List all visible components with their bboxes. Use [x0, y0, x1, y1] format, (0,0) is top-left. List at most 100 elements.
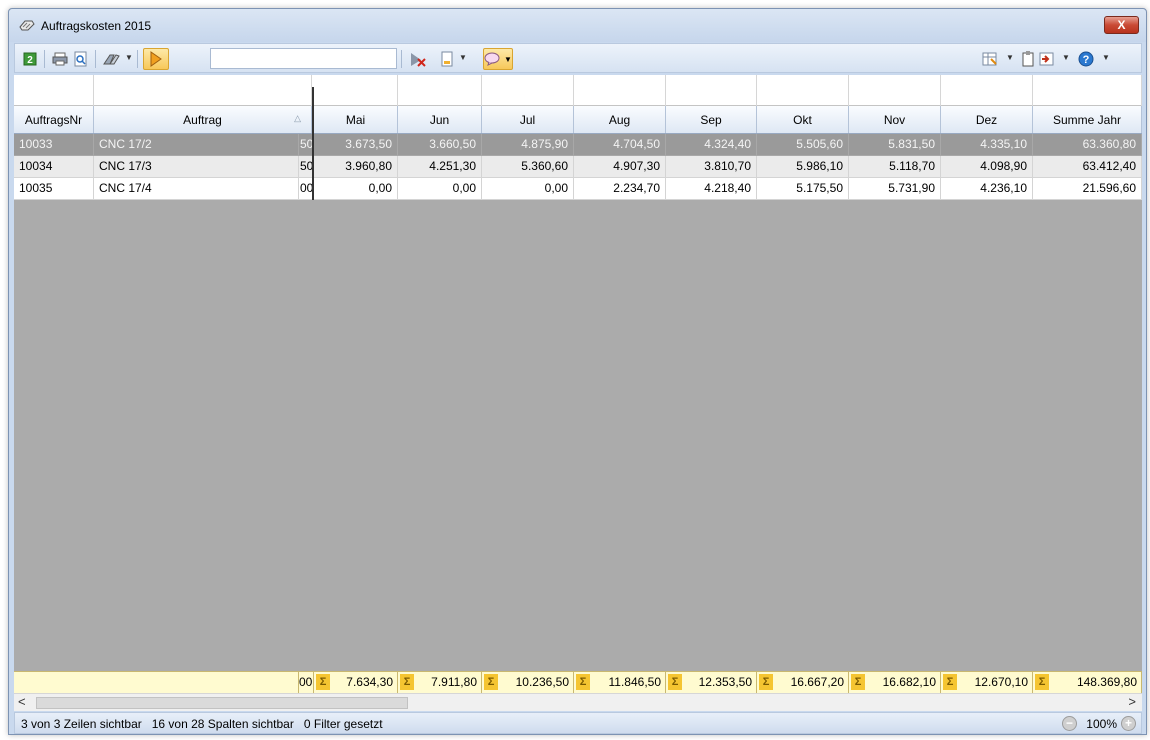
sigma-icon: Σ	[943, 674, 957, 690]
cell-sep: 3.810,70	[666, 156, 757, 178]
table-row[interactable]: 10034 CNC 17/3 50 3.960,80 4.251,30 5.36…	[14, 156, 1142, 178]
export-icon[interactable]	[437, 49, 457, 69]
sum-value-okt: 16.667,20	[790, 675, 844, 689]
comment-icon[interactable]: ▼	[483, 48, 513, 70]
sigma-icon: Σ	[668, 674, 682, 690]
filter-cell-jul[interactable]	[482, 75, 574, 106]
status-text: 3 von 3 Zeilen sichtbar 16 von 28 Spalte…	[21, 717, 383, 731]
help-icon[interactable]: ?	[1076, 49, 1096, 69]
column-splitter[interactable]	[312, 87, 314, 200]
cell-okt: 5.986,10	[757, 156, 849, 178]
column-header-jul[interactable]: Jul	[482, 106, 574, 133]
scrollbar-thumb[interactable]	[36, 697, 408, 709]
cell-jul: 0,00	[482, 178, 574, 200]
sum-cell-aug: Σ 11.846,50	[574, 672, 666, 693]
zoom-in-icon[interactable]: +	[1121, 716, 1136, 731]
app-icon	[19, 20, 35, 31]
sum-value-sep: 12.353,50	[698, 675, 752, 689]
filter-cell-nov[interactable]	[849, 75, 941, 106]
column-header-auftrag-label: Auftrag	[183, 112, 222, 127]
layout-dropdown-icon[interactable]: ▼	[1062, 53, 1070, 62]
sigma-icon: Σ	[1035, 674, 1049, 690]
cell-summe: 63.360,80	[1033, 134, 1142, 156]
sigma-icon: Σ	[851, 674, 865, 690]
column-header-nov[interactable]: Nov	[849, 106, 941, 133]
cell-nr: 10033	[14, 134, 94, 156]
cell-aug: 4.907,30	[574, 156, 666, 178]
column-header-mai[interactable]: Mai	[314, 106, 398, 133]
cell-jun: 3.660,50	[398, 134, 482, 156]
column-header-sep[interactable]: Sep	[666, 106, 757, 133]
column-header-summe[interactable]: Summe Jahr	[1033, 106, 1142, 133]
close-button[interactable]: X	[1104, 16, 1139, 34]
layout-icon[interactable]	[1037, 49, 1057, 69]
cell-nov: 5.118,70	[849, 156, 941, 178]
sigma-icon: Σ	[400, 674, 414, 690]
zoom-out-icon[interactable]: −	[1062, 716, 1077, 731]
tools-dropdown-icon[interactable]: ▼	[125, 53, 133, 62]
filter-cell-summe[interactable]	[1033, 75, 1142, 106]
cell-nov: 5.731,90	[849, 178, 941, 200]
filter-cell-aug[interactable]	[574, 75, 666, 106]
app-window: Auftragskosten 2015 X 2 ▼ ▼ ▼ ▼ ▼ ? ▼ Au…	[8, 8, 1147, 735]
sum-value-nov: 16.682,10	[882, 675, 936, 689]
cell-nov: 5.831,50	[849, 134, 941, 156]
tools-icon[interactable]	[101, 49, 121, 69]
cell-aug: 2.234,70	[574, 178, 666, 200]
cell-summe: 21.596,60	[1033, 178, 1142, 200]
sum-value-jul: 10.236,50	[515, 675, 569, 689]
column-dropdown-icon[interactable]: ▼	[1006, 53, 1014, 62]
cell-dez: 4.236,10	[941, 178, 1033, 200]
window-title: Auftragskosten 2015	[41, 19, 152, 33]
cell-okt: 5.505,60	[757, 134, 849, 156]
cell-mai: 3.673,50	[314, 134, 398, 156]
column-header-jun[interactable]: Jun	[398, 106, 482, 133]
scroll-right-icon[interactable]: >	[1128, 694, 1136, 709]
sum-cell-clipped: 00	[299, 672, 314, 693]
filter-cell-dez[interactable]	[941, 75, 1033, 106]
column-header-auftrag[interactable]: Auftrag △	[94, 106, 312, 133]
filter-cell-auftrag[interactable]	[94, 75, 312, 106]
search-input[interactable]	[210, 48, 397, 69]
clear-filter-icon[interactable]	[408, 49, 428, 69]
table-row[interactable]: 10033 CNC 17/2 50 3.673,50 3.660,50 4.87…	[14, 134, 1142, 156]
svg-text:2: 2	[27, 55, 33, 66]
sum-cell-mai: Σ 7.634,30	[314, 672, 398, 693]
sigma-icon: Σ	[576, 674, 590, 690]
help-dropdown-icon[interactable]: ▼	[1102, 53, 1110, 62]
sigma-icon: Σ	[484, 674, 498, 690]
scroll-left-icon[interactable]: <	[18, 694, 26, 709]
cell-nr: 10034	[14, 156, 94, 178]
clipboard-icon[interactable]	[1018, 49, 1038, 69]
horizontal-scrollbar[interactable]: < >	[14, 693, 1142, 711]
title-bar: Auftragskosten 2015 X	[9, 9, 1146, 42]
sigma-icon: Σ	[759, 674, 773, 690]
column-header-nr[interactable]: AuftragsNr	[14, 106, 94, 133]
print-preview-icon[interactable]	[71, 49, 91, 69]
sum-cell-blank	[14, 672, 299, 693]
refresh-icon[interactable]: 2	[20, 49, 40, 69]
column-chooser-icon[interactable]	[980, 49, 1000, 69]
sum-value-dez: 12.670,10	[974, 675, 1028, 689]
sum-cell-jul: Σ 10.236,50	[482, 672, 574, 693]
filter-cell-mai[interactable]	[314, 75, 398, 106]
sum-value-jun: 7.911,80	[431, 675, 477, 689]
close-icon: X	[1117, 18, 1126, 32]
print-icon[interactable]	[50, 49, 70, 69]
column-header-dez[interactable]: Dez	[941, 106, 1033, 133]
filter-cell-nr[interactable]	[14, 75, 94, 106]
export-dropdown-icon[interactable]: ▼	[459, 53, 467, 62]
filter-cell-sep[interactable]	[666, 75, 757, 106]
summary-row: 00 Σ 7.634,30 Σ 7.911,80 Σ 10.236,50 Σ 11.84…	[14, 671, 1142, 693]
cell-sep: 4.324,40	[666, 134, 757, 156]
data-grid: AuftragsNr Auftrag △ Mai Jun Jul Aug Sep…	[14, 75, 1142, 711]
filter-icon[interactable]	[143, 48, 169, 70]
column-header-okt[interactable]: Okt	[757, 106, 849, 133]
zoom-level: 100%	[1086, 717, 1117, 731]
table-row[interactable]: 10035 CNC 17/4 00 0,00 0,00 0,00 2.234,7…	[14, 178, 1142, 200]
filter-cell-okt[interactable]	[757, 75, 849, 106]
cell-dez: 4.335,10	[941, 134, 1033, 156]
cell-aug: 4.704,50	[574, 134, 666, 156]
filter-cell-jun[interactable]	[398, 75, 482, 106]
column-header-aug[interactable]: Aug	[574, 106, 666, 133]
